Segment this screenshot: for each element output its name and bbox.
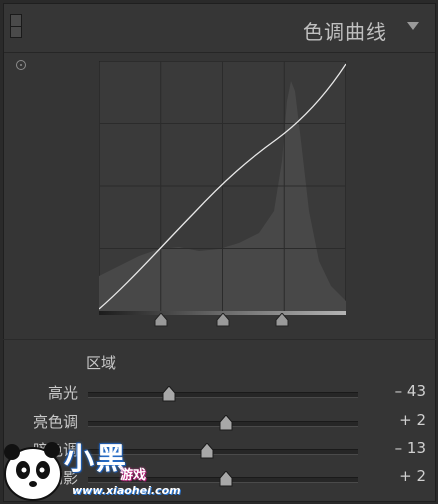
triangle-down-icon[interactable] <box>407 22 419 30</box>
panel-title: 色调曲线 <box>303 20 387 44</box>
slider-label: 高光 <box>47 384 78 402</box>
tone-curve-graph[interactable] <box>99 61 346 311</box>
slider-value[interactable]: + 2 <box>399 411 426 429</box>
panda-mascot-icon <box>4 442 62 501</box>
slider-value[interactable]: – 13 <box>395 439 426 457</box>
slider-value[interactable]: – 43 <box>395 382 426 400</box>
watermark-brand: 小黑 <box>64 442 128 477</box>
slider-row-highlights: 高光 – 43 <box>0 382 438 406</box>
site-watermark: 小黑 游戏 www.xiaohei.com <box>0 430 200 504</box>
slider-thumb[interactable] <box>219 415 233 431</box>
slider-thumb[interactable] <box>162 386 176 402</box>
target-adjust-icon[interactable] <box>16 60 26 70</box>
panel-toggle-switch[interactable] <box>10 14 22 38</box>
split-point-handle-midtones[interactable] <box>216 313 230 327</box>
slider-thumb[interactable] <box>219 471 233 487</box>
section-divider <box>0 339 438 340</box>
watermark-url: www.xiaohei.com <box>72 484 181 497</box>
split-point-handle-shadows[interactable] <box>154 313 168 327</box>
slider-value[interactable]: + 2 <box>399 467 426 485</box>
slider-track[interactable] <box>88 392 358 398</box>
panel-header[interactable]: 色调曲线 <box>4 4 435 53</box>
region-section-label: 区域 <box>86 354 117 372</box>
slider-label: 亮色调 <box>32 413 78 431</box>
watermark-sub: 游戏 <box>120 468 147 483</box>
split-point-handle-highlights[interactable] <box>275 313 289 327</box>
slider-thumb[interactable] <box>200 443 214 459</box>
